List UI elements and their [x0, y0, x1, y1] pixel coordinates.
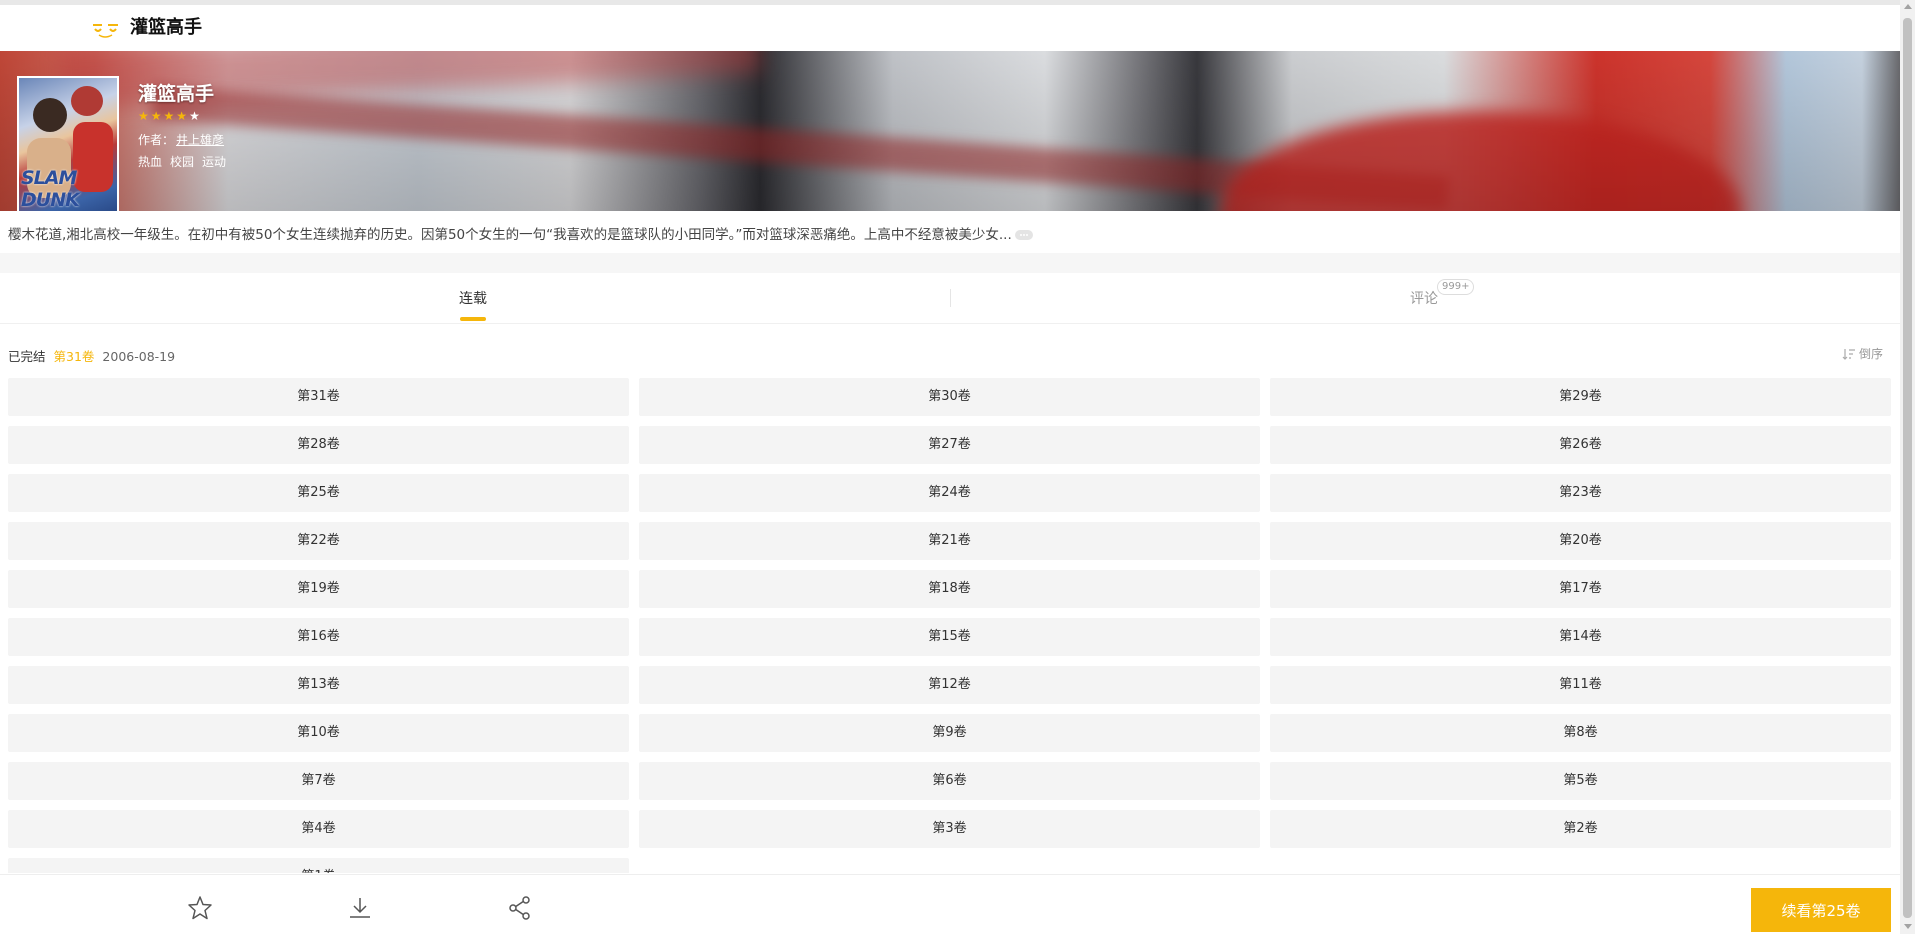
tag-list: 热血 校园 运动 — [138, 153, 234, 170]
chapter-item[interactable]: 第4卷 — [8, 810, 629, 848]
continue-reading-button[interactable]: 续看第25卷 — [1751, 888, 1891, 932]
author-label: 作者： — [138, 133, 175, 147]
status-label: 已完结 — [8, 349, 46, 364]
banner-shade — [0, 51, 1900, 211]
chapter-item[interactable]: 第8卷 — [1270, 714, 1891, 752]
chapter-item[interactable]: 第5卷 — [1270, 762, 1891, 800]
tab-comments[interactable]: 评论 — [1410, 288, 1438, 308]
cover-image: SLAM DUNK — [17, 76, 119, 211]
eyes-logo-icon[interactable] — [92, 21, 120, 39]
author: 作者： 井上雄彦 — [138, 131, 224, 148]
chapter-item[interactable]: 第10卷 — [8, 714, 629, 752]
chapter-item[interactable]: 第27卷 — [639, 426, 1260, 464]
chapter-grid: 第31卷 第30卷 第29卷第28卷 第27卷 第26卷第25卷 第24卷 第23卷第22卷… — [8, 378, 1891, 873]
chapter-item[interactable]: 第15卷 — [639, 618, 1260, 656]
banner: SLAM DUNK 灌篮高手 ★★★★★ 作者： 井上雄彦 热血 校园 运动 — [0, 51, 1900, 211]
chapter-item[interactable]: 第11卷 — [1270, 666, 1891, 704]
chapter-item[interactable]: 第12卷 — [639, 666, 1260, 704]
chapter-item[interactable]: 第9卷 — [639, 714, 1260, 752]
tab-active-indicator — [460, 317, 486, 321]
star-filled-icon: ★ — [163, 109, 177, 123]
chapter-item[interactable]: 第14卷 — [1270, 618, 1891, 656]
chapter-item[interactable]: 第25卷 — [8, 474, 629, 512]
share-icon[interactable] — [507, 895, 533, 921]
manga-title: 灌篮高手 — [138, 83, 215, 105]
chapter-item[interactable]: 第18卷 — [639, 570, 1260, 608]
sort-toggle[interactable]: 倒序 — [1842, 345, 1883, 362]
scroll-up-arrow-icon[interactable] — [1904, 4, 1912, 9]
chapter-item[interactable]: 第26卷 — [1270, 426, 1891, 464]
chapter-item[interactable]: 第3卷 — [639, 810, 1260, 848]
tab-serial[interactable]: 连载 — [459, 288, 487, 308]
description: 樱木花道,湘北高校一年级生。在初中有被50个女生连续抛弃的历史。因第50个女生的… — [8, 223, 1033, 243]
chapter-item[interactable]: 第20卷 — [1270, 522, 1891, 560]
chapter-item[interactable]: 第30卷 — [639, 378, 1260, 416]
cover-logo-text: SLAM DUNK — [21, 167, 80, 211]
cover-figure — [71, 86, 103, 116]
chapter-item[interactable]: 第7卷 — [8, 762, 629, 800]
author-link[interactable]: 井上雄彦 — [176, 133, 224, 147]
tab-divider — [950, 289, 951, 307]
header: 灌篮高手 — [0, 5, 1900, 51]
tag[interactable]: 校园 — [170, 155, 194, 169]
description-text: 樱木花道,湘北高校一年级生。在初中有被50个女生连续抛弃的历史。因第50个女生的… — [8, 227, 1012, 243]
section-gap — [0, 253, 1900, 273]
latest-volume-link[interactable]: 第31卷 — [54, 349, 95, 364]
chapter-item[interactable]: 第22卷 — [8, 522, 629, 560]
chapter-item[interactable]: 第21卷 — [639, 522, 1260, 560]
star-filled-icon: ★ — [138, 109, 151, 123]
comment-count-badge: 999+ — [1437, 279, 1475, 295]
chapter-item[interactable]: 第16卷 — [8, 618, 629, 656]
chapter-item[interactable]: 第24卷 — [639, 474, 1260, 512]
scrollbar-thumb[interactable] — [1903, 18, 1912, 918]
chapter-item[interactable]: 第2卷 — [1270, 810, 1891, 848]
star-empty-icon: ★ — [189, 109, 202, 123]
chapter-item[interactable]: 第31卷 — [8, 378, 629, 416]
chapter-item[interactable]: 第13卷 — [8, 666, 629, 704]
sort-label: 倒序 — [1859, 347, 1884, 361]
series-info: 已完结 第31卷 2006-08-19 — [8, 346, 175, 365]
star-filled-icon: ★ — [150, 109, 164, 123]
chapter-item[interactable]: 第1卷 — [8, 858, 629, 873]
chapter-item[interactable]: 第28卷 — [8, 426, 629, 464]
cover-figure — [33, 98, 67, 132]
tab-bar: 连载 评论 999+ — [0, 273, 1900, 324]
update-date: 2006-08-19 — [102, 349, 176, 364]
page-title: 灌篮高手 — [130, 17, 202, 38]
chapter-item[interactable]: 第29卷 — [1270, 378, 1891, 416]
tag[interactable]: 运动 — [202, 155, 226, 169]
star-filled-icon: ★ — [176, 109, 190, 123]
bottom-bar: 续看第25卷 — [0, 874, 1900, 935]
chapter-item[interactable]: 第19卷 — [8, 570, 629, 608]
star-outline-icon[interactable] — [187, 895, 213, 921]
tag[interactable]: 热血 — [138, 155, 162, 169]
chapter-item[interactable]: 第17卷 — [1270, 570, 1891, 608]
scroll-down-arrow-icon[interactable] — [1904, 924, 1912, 929]
sort-desc-icon — [1842, 349, 1855, 360]
chapter-item[interactable]: 第23卷 — [1270, 474, 1891, 512]
download-icon[interactable] — [347, 895, 373, 921]
description-bar[interactable]: 樱木花道,湘北高校一年级生。在初中有被50个女生连续抛弃的历史。因第50个女生的… — [0, 211, 1900, 253]
rating-stars: ★★★★★ — [138, 109, 202, 123]
chapter-item[interactable]: 第6卷 — [639, 762, 1260, 800]
ellipsis-icon[interactable] — [1014, 230, 1033, 240]
scrollbar[interactable] — [1900, 0, 1915, 934]
